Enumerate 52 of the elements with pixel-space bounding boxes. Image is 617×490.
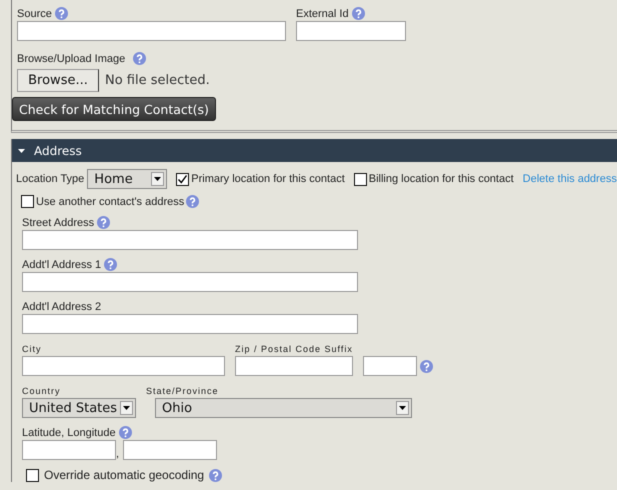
dropdown[interactable]: United States bbox=[22, 398, 136, 418]
field-label: Country bbox=[22, 386, 61, 396]
field-label: Addt'l Address 1 bbox=[22, 258, 102, 270]
check-matching-button[interactable]: Check for Matching Contact(s) bbox=[12, 97, 216, 121]
caret-icon[interactable] bbox=[120, 401, 133, 415]
input-field[interactable] bbox=[235, 356, 353, 376]
input-field[interactable] bbox=[123, 440, 217, 460]
field-label: External Id bbox=[296, 8, 349, 20]
input-field[interactable] bbox=[363, 356, 417, 376]
browse-button[interactable]: Browse... bbox=[17, 69, 99, 92]
dropdown[interactable]: Home bbox=[87, 169, 168, 189]
checkbox[interactable] bbox=[21, 195, 34, 208]
file-status: No file selected. bbox=[105, 73, 210, 88]
field-label: Zip / Postal Code Suffix bbox=[235, 344, 353, 354]
checkbox[interactable] bbox=[354, 172, 367, 186]
checkbox-label: Override automatic geocoding bbox=[44, 468, 204, 482]
separator: , bbox=[116, 448, 120, 460]
field-label: Source bbox=[17, 8, 52, 20]
input-field[interactable] bbox=[22, 356, 225, 376]
input-field[interactable] bbox=[17, 21, 286, 41]
field-label: Browse/Upload Image bbox=[17, 52, 126, 64]
field-label: Location Type bbox=[16, 173, 84, 185]
help-icon[interactable] bbox=[104, 258, 118, 271]
input-field[interactable] bbox=[296, 21, 406, 41]
caret-icon[interactable] bbox=[151, 172, 164, 186]
help-icon[interactable] bbox=[186, 195, 200, 208]
caret-icon[interactable] bbox=[396, 401, 409, 415]
help-icon[interactable] bbox=[133, 52, 146, 65]
checkbox-label: Billing location for this contact bbox=[368, 173, 514, 185]
help-icon[interactable] bbox=[118, 426, 132, 439]
help-icon[interactable] bbox=[209, 468, 222, 482]
checkbox[interactable] bbox=[176, 172, 190, 186]
section-title: Address bbox=[34, 144, 82, 158]
checkbox-label: Use another contact's address bbox=[36, 196, 184, 208]
field-label: Street Address bbox=[22, 216, 94, 228]
input-field[interactable] bbox=[22, 440, 116, 460]
field-label: Latitude, Longitude bbox=[22, 426, 116, 438]
input-field[interactable] bbox=[22, 230, 358, 250]
help-icon[interactable] bbox=[420, 360, 433, 372]
field-label: City bbox=[22, 344, 42, 354]
checkbox[interactable] bbox=[26, 468, 39, 482]
dropdown[interactable]: Ohio bbox=[155, 398, 412, 418]
help-icon[interactable] bbox=[352, 7, 365, 20]
field-label: State/Province bbox=[146, 386, 219, 396]
help-icon[interactable] bbox=[54, 7, 68, 20]
checkbox-label: Primary location for this contact bbox=[191, 173, 345, 185]
input-field[interactable] bbox=[22, 272, 358, 292]
input-field[interactable] bbox=[22, 314, 358, 334]
help-icon[interactable] bbox=[97, 216, 110, 229]
field-label: Addt'l Address 2 bbox=[22, 300, 102, 312]
section-header[interactable]: Address bbox=[12, 139, 617, 162]
collapse-icon[interactable] bbox=[18, 148, 25, 152]
